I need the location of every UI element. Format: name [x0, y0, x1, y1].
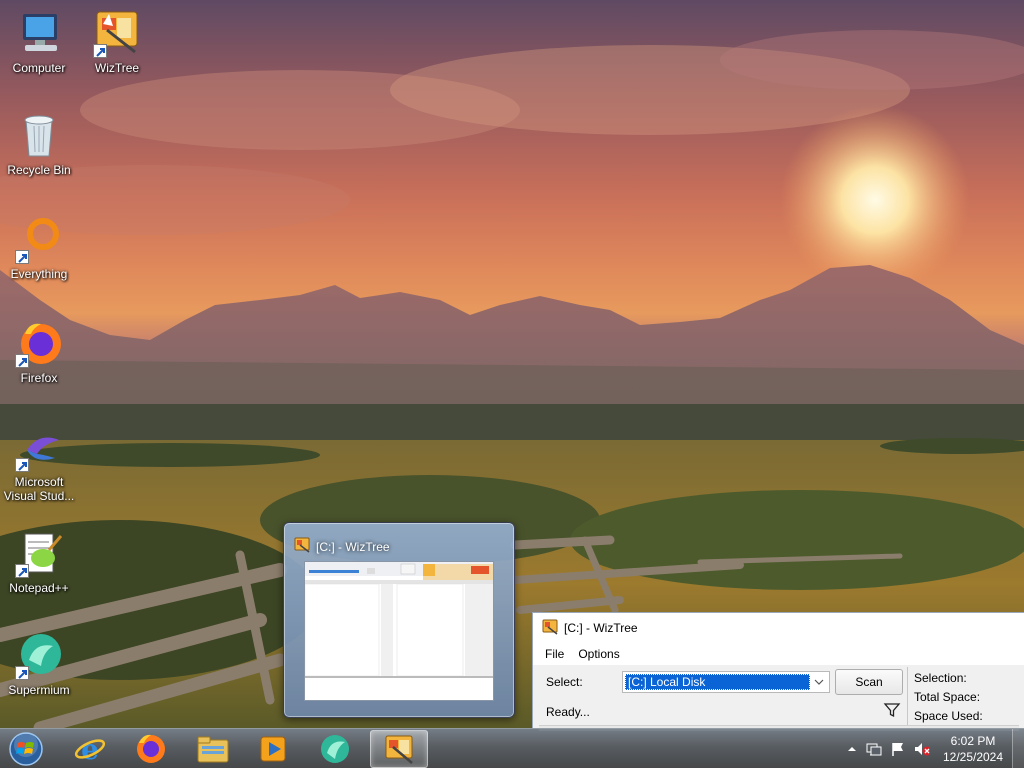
- windows-orb-icon: [9, 732, 43, 766]
- desktop-icon-wiztree[interactable]: WizTree: [79, 10, 155, 75]
- taskbar-supermium[interactable]: [306, 730, 364, 768]
- desktop-icon-label: Everything: [10, 267, 68, 281]
- shortcut-arrow-icon: [15, 354, 29, 368]
- drive-select-dropdown[interactable]: [C:] Local Disk: [622, 671, 830, 693]
- taskbar: e 6:02 PM 12/25/2024: [0, 728, 1024, 768]
- window-titlebar[interactable]: [C:] - WizTree: [533, 613, 1024, 643]
- media-player-icon: [260, 736, 286, 762]
- taskbar-media-player[interactable]: [244, 730, 302, 768]
- everything-icon: [15, 216, 63, 264]
- shortcut-arrow-icon: [15, 666, 29, 680]
- thumbnail-image: [305, 562, 493, 678]
- drive-select-value: [C:] Local Disk: [625, 674, 810, 690]
- wiztree-icon: [385, 735, 413, 764]
- desktop-icon-label: Recycle Bin: [7, 163, 71, 177]
- network-icon[interactable]: [866, 741, 882, 757]
- status-text: Ready...: [546, 705, 590, 719]
- show-hidden-icons-icon[interactable]: [844, 741, 860, 757]
- start-button[interactable]: [4, 729, 48, 768]
- shortcut-arrow-icon: [15, 458, 29, 472]
- wiztree-icon: [542, 619, 558, 638]
- volume-muted-icon[interactable]: [914, 741, 930, 757]
- internet-explorer-icon: e: [74, 733, 106, 765]
- desktop-icon-supermium[interactable]: Supermium: [1, 632, 77, 697]
- menu-options[interactable]: Options: [577, 645, 620, 663]
- desktop-icon-label: Notepad++: [9, 581, 69, 595]
- preview-title: [C:] - WizTree: [294, 537, 390, 556]
- shortcut-arrow-icon: [93, 44, 107, 58]
- space-used-label: Space Used:: [914, 709, 983, 723]
- firefox-icon: [137, 734, 165, 763]
- pane-divider: [907, 667, 908, 729]
- clock-date: 12/25/2024: [942, 750, 1004, 764]
- filter-icon[interactable]: [883, 701, 901, 719]
- desktop-icon-label: Firefox: [20, 371, 58, 385]
- selection-label: Selection:: [914, 671, 967, 685]
- shortcut-arrow-icon: [15, 564, 29, 578]
- wiztree-icon: [93, 10, 141, 58]
- desktop-icon-label: Computer: [12, 61, 66, 75]
- scan-button[interactable]: Scan: [835, 669, 903, 695]
- taskbar-firefox[interactable]: [122, 730, 180, 768]
- desktop-icon-everything[interactable]: Everything: [1, 216, 77, 281]
- shortcut-arrow-icon: [15, 250, 29, 264]
- menu-bar: File Options: [533, 643, 1024, 665]
- desktop-icon-label: WizTree: [94, 61, 140, 75]
- desktop-icon-computer[interactable]: Computer: [1, 10, 77, 75]
- wiztree-icon: [294, 537, 310, 556]
- notepadpp-icon: [15, 530, 63, 578]
- desktop-icon-recycle-bin[interactable]: Recycle Bin: [1, 112, 77, 177]
- desktop-icon-visual-studio[interactable]: Microsoft Visual Stud...: [1, 424, 77, 503]
- folder-icon: [197, 736, 229, 763]
- desktop-icon-firefox[interactable]: Firefox: [1, 320, 77, 385]
- computer-icon: [15, 10, 63, 58]
- action-center-flag-icon[interactable]: [890, 741, 906, 757]
- desktop-icon-label: Supermium: [8, 683, 70, 697]
- menu-file[interactable]: File: [544, 645, 565, 663]
- chevron-down-icon[interactable]: [812, 675, 826, 689]
- preview-thumbnail[interactable]: [304, 561, 494, 701]
- taskbar-wiztree[interactable]: [370, 730, 428, 768]
- wiztree-window[interactable]: [C:] - WizTree File Options Select: [C:]…: [532, 612, 1024, 731]
- show-desktop-button[interactable]: [1012, 729, 1024, 768]
- supermium-icon: [321, 735, 349, 763]
- clock-time: 6:02 PM: [950, 734, 996, 748]
- window-title: [C:] - WizTree: [564, 621, 638, 635]
- firefox-icon: [15, 320, 63, 368]
- system-clock[interactable]: 6:02 PM 12/25/2024: [936, 733, 1010, 765]
- space-info-pane: Selection: Total Space: Space Used:: [914, 669, 983, 726]
- taskbar-file-explorer[interactable]: [184, 730, 242, 768]
- recycle-bin-icon: [15, 112, 63, 160]
- taskbar-thumbnail-preview[interactable]: [C:] - WizTree: [283, 522, 515, 718]
- desktop-icon-label: Microsoft Visual Stud...: [3, 475, 75, 503]
- supermium-icon: [15, 632, 63, 680]
- visual-studio-icon: [15, 424, 63, 472]
- preview-title-text: [C:] - WizTree: [316, 539, 390, 554]
- svg-text:e: e: [81, 733, 99, 765]
- total-space-label: Total Space:: [914, 690, 981, 704]
- desktop-icon-notepadpp[interactable]: Notepad++: [1, 530, 77, 595]
- taskbar-ie[interactable]: e: [61, 730, 119, 768]
- select-label: Select:: [546, 675, 583, 689]
- scan-toolbar: Select: [C:] Local Disk Scan Ready...: [539, 667, 907, 729]
